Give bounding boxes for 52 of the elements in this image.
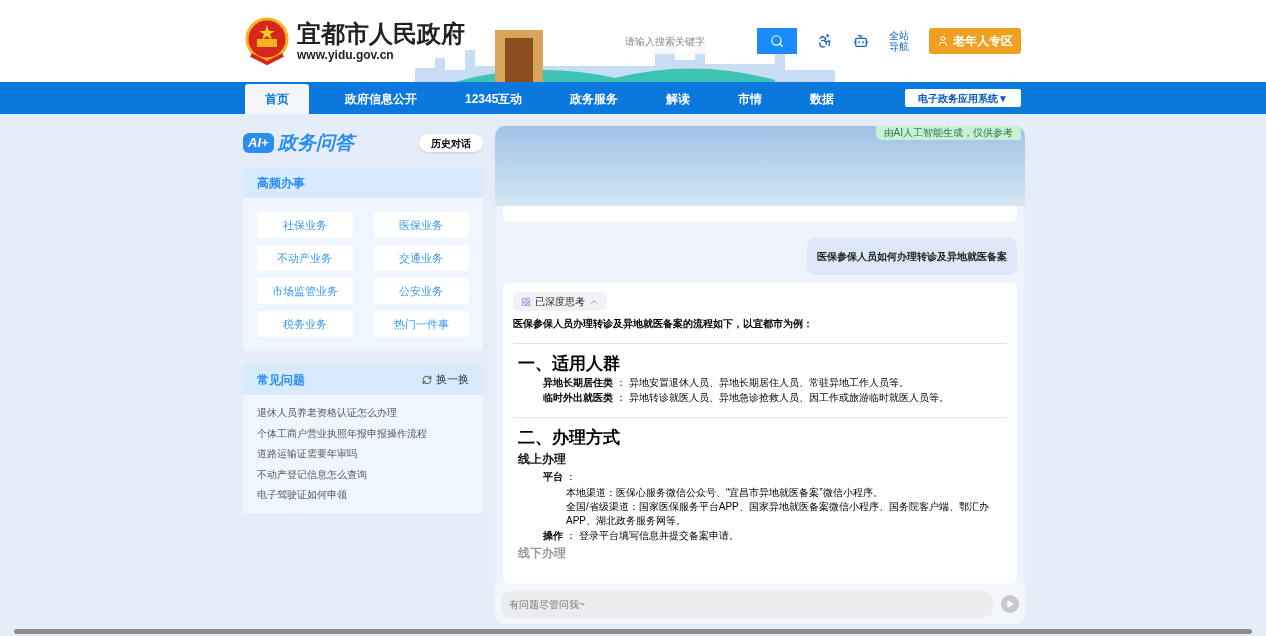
refresh-icon [422,374,432,385]
search-icon [770,34,784,48]
service-button[interactable]: 市场监管业务 [257,278,353,304]
answer-line: 异地长期居住类 ： 异地安置退休人员、异地长期居住人员、常驻异地工作人员等。 [543,376,910,390]
faq-link[interactable]: 道路运输证需要年审吗 [257,444,469,465]
nav-tab[interactable]: 市情 [726,84,775,114]
nav-tab[interactable]: 12345互动 [453,84,535,114]
history-button[interactable]: 历史对话 [419,134,483,152]
faq-link[interactable]: 个体工商户营业执照年报申报操作流程 [257,423,469,444]
service-button[interactable]: 热门一件事 [373,311,469,337]
deep-thinking-toggle[interactable]: 已深度思考 [513,292,607,311]
answer-line: 全国/省级渠道：国家医保服务平台APP、国家异地就医备案微信小程序、国务院客户端、鄂汇办APP、湖北政务服务网等。 [565,500,990,528]
service-button[interactable]: 社保业务 [257,212,353,238]
subsection-heading: 线上办理 [517,451,567,468]
answer-line: 本地渠道：医保心服务微信公众号、“宜昌市异地就医备案”微信小程序。 [565,486,884,500]
service-button[interactable]: 交通业务 [373,245,469,271]
e-government-dropdown[interactable]: 电子政务应用系统▼ [905,89,1021,107]
answer-line: 临时外出就医类 ： 异地转诊就医人员、异地急诊抢救人员、因工作或旅游临时就医人员等。 [543,391,950,405]
nav-tab[interactable]: 首页 [245,84,309,114]
subsection-heading: 线下办理 [517,545,567,562]
emblem-icon [245,17,289,65]
nav-tab[interactable]: 政府信息公开 [333,84,429,114]
section-heading: 二、办理方式 [517,427,621,449]
service-button[interactable]: 医保业务 [373,212,469,238]
faq-link[interactable]: 退休人员养老资格认证怎么办理 [257,403,469,424]
panel-title: 常见问题 [257,371,305,389]
site-url: www.yidu.gov.cn [297,48,395,62]
service-button[interactable]: 公安业务 [373,278,469,304]
ai-notice: 由AI人工智能生成，仅供参考 [875,126,1021,140]
site-title: 宜都市人民政府 [297,20,465,48]
accessibility-icon[interactable] [817,33,833,49]
panel-title: 高频办事 [257,174,305,192]
faq-link[interactable]: 不动产登记信息怎么查询 [257,464,469,485]
user-message: 医保参保人员如何办理转诊及异地就医备案 [807,238,1017,275]
person-icon [937,35,949,47]
site-navigation-link[interactable]: 全站导航 [889,30,909,52]
service-button[interactable]: 不动产业务 [257,245,353,271]
refresh-button[interactable]: 换一换 [422,371,469,388]
answer-line: 操作 ： 登录平台填写信息并提交备案申请。 [543,529,740,543]
answer-line: 平台 ： [543,470,577,484]
nav-tab[interactable]: 解读 [654,84,703,114]
service-button[interactable]: 税务业务 [257,311,353,337]
section-heading: 一、适用人群 [517,353,621,375]
answer-intro: 医保参保人员办理转诊及异地就医备案的流程如下，以宜都市为例： [513,317,814,331]
robot-icon[interactable] [853,33,869,49]
play-icon [1006,600,1014,608]
nav-tab[interactable]: 政务服务 [558,84,631,114]
atom-icon [521,296,531,307]
nav-tab[interactable]: 数据 [798,84,847,114]
ai-logo: AI+ [243,133,274,153]
faq-link[interactable]: 电子驾驶证如何申领 [257,485,469,506]
question-input[interactable]: 有问题尽管问我~ [501,590,993,618]
